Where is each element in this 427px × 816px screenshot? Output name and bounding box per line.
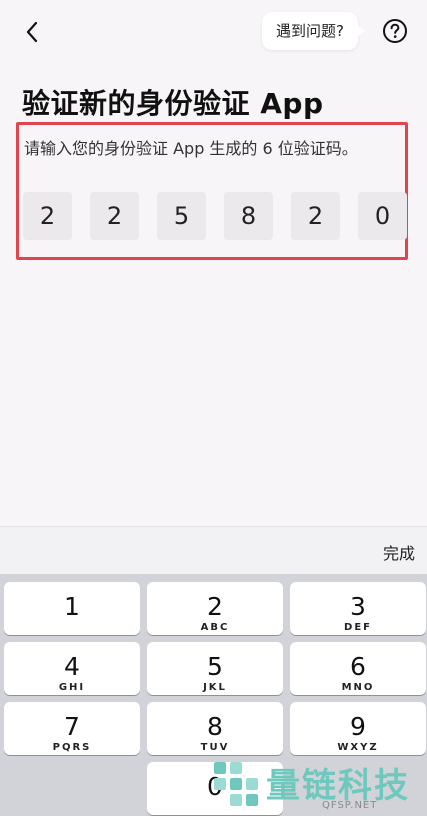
question-circle-icon[interactable] [382, 18, 408, 44]
code-digit-cell[interactable]: 0 [358, 192, 407, 240]
key-3[interactable]: 3 DEF [290, 582, 426, 635]
key-9[interactable]: 9 WXYZ [290, 702, 426, 755]
key-digit: 6 [350, 652, 366, 681]
chevron-left-icon [26, 21, 38, 43]
key-digit: 3 [350, 592, 366, 621]
key-8[interactable]: 8 TUV [147, 702, 283, 755]
code-digit-cell[interactable]: 2 [90, 192, 139, 240]
key-letters: DEF [344, 622, 372, 633]
brand-logo-icon [214, 762, 258, 806]
done-button[interactable]: 完成 [383, 540, 415, 564]
key-digit: 5 [207, 652, 223, 681]
top-bar: 遇到问题? [0, 0, 427, 62]
verification-code-input[interactable]: 2 2 5 8 2 0 [23, 192, 407, 240]
code-digit-cell[interactable]: 2 [291, 192, 340, 240]
code-digit-cell[interactable]: 5 [157, 192, 206, 240]
key-letters: ABC [200, 622, 230, 633]
instruction-text: 请输入您的身份验证 App 生成的 6 位验证码。 [24, 139, 358, 158]
key-5[interactable]: 5 JKL [147, 642, 283, 695]
key-digit: 8 [207, 712, 223, 741]
key-2[interactable]: 2 ABC [147, 582, 283, 635]
key-letters: GHI [58, 682, 86, 693]
code-digit-cell[interactable]: 8 [224, 192, 273, 240]
key-digit: 7 [64, 712, 80, 741]
keyboard-accessory-bar: 完成 [0, 526, 427, 574]
code-digit-cell[interactable]: 2 [23, 192, 72, 240]
key-digit: 4 [64, 652, 80, 681]
key-letters: PQRS [52, 742, 92, 753]
key-letters: MNO [341, 682, 375, 693]
page-title: 验证新的身份验证 App [22, 87, 324, 120]
key-1[interactable]: 1 [4, 582, 140, 635]
watermark-domain: QFSP.NET [322, 800, 378, 811]
key-7[interactable]: 7 PQRS [4, 702, 140, 755]
key-6[interactable]: 6 MNO [290, 642, 426, 695]
key-4[interactable]: 4 GHI [4, 642, 140, 695]
key-digit: 1 [64, 592, 80, 621]
key-letters: JKL [203, 682, 227, 693]
help-tooltip[interactable]: 遇到问题? [262, 12, 365, 50]
watermark: 量链科技 QFSP.NET [206, 752, 427, 816]
key-digit: 2 [207, 592, 223, 621]
key-digit: 9 [350, 712, 366, 741]
back-button[interactable] [18, 18, 46, 46]
